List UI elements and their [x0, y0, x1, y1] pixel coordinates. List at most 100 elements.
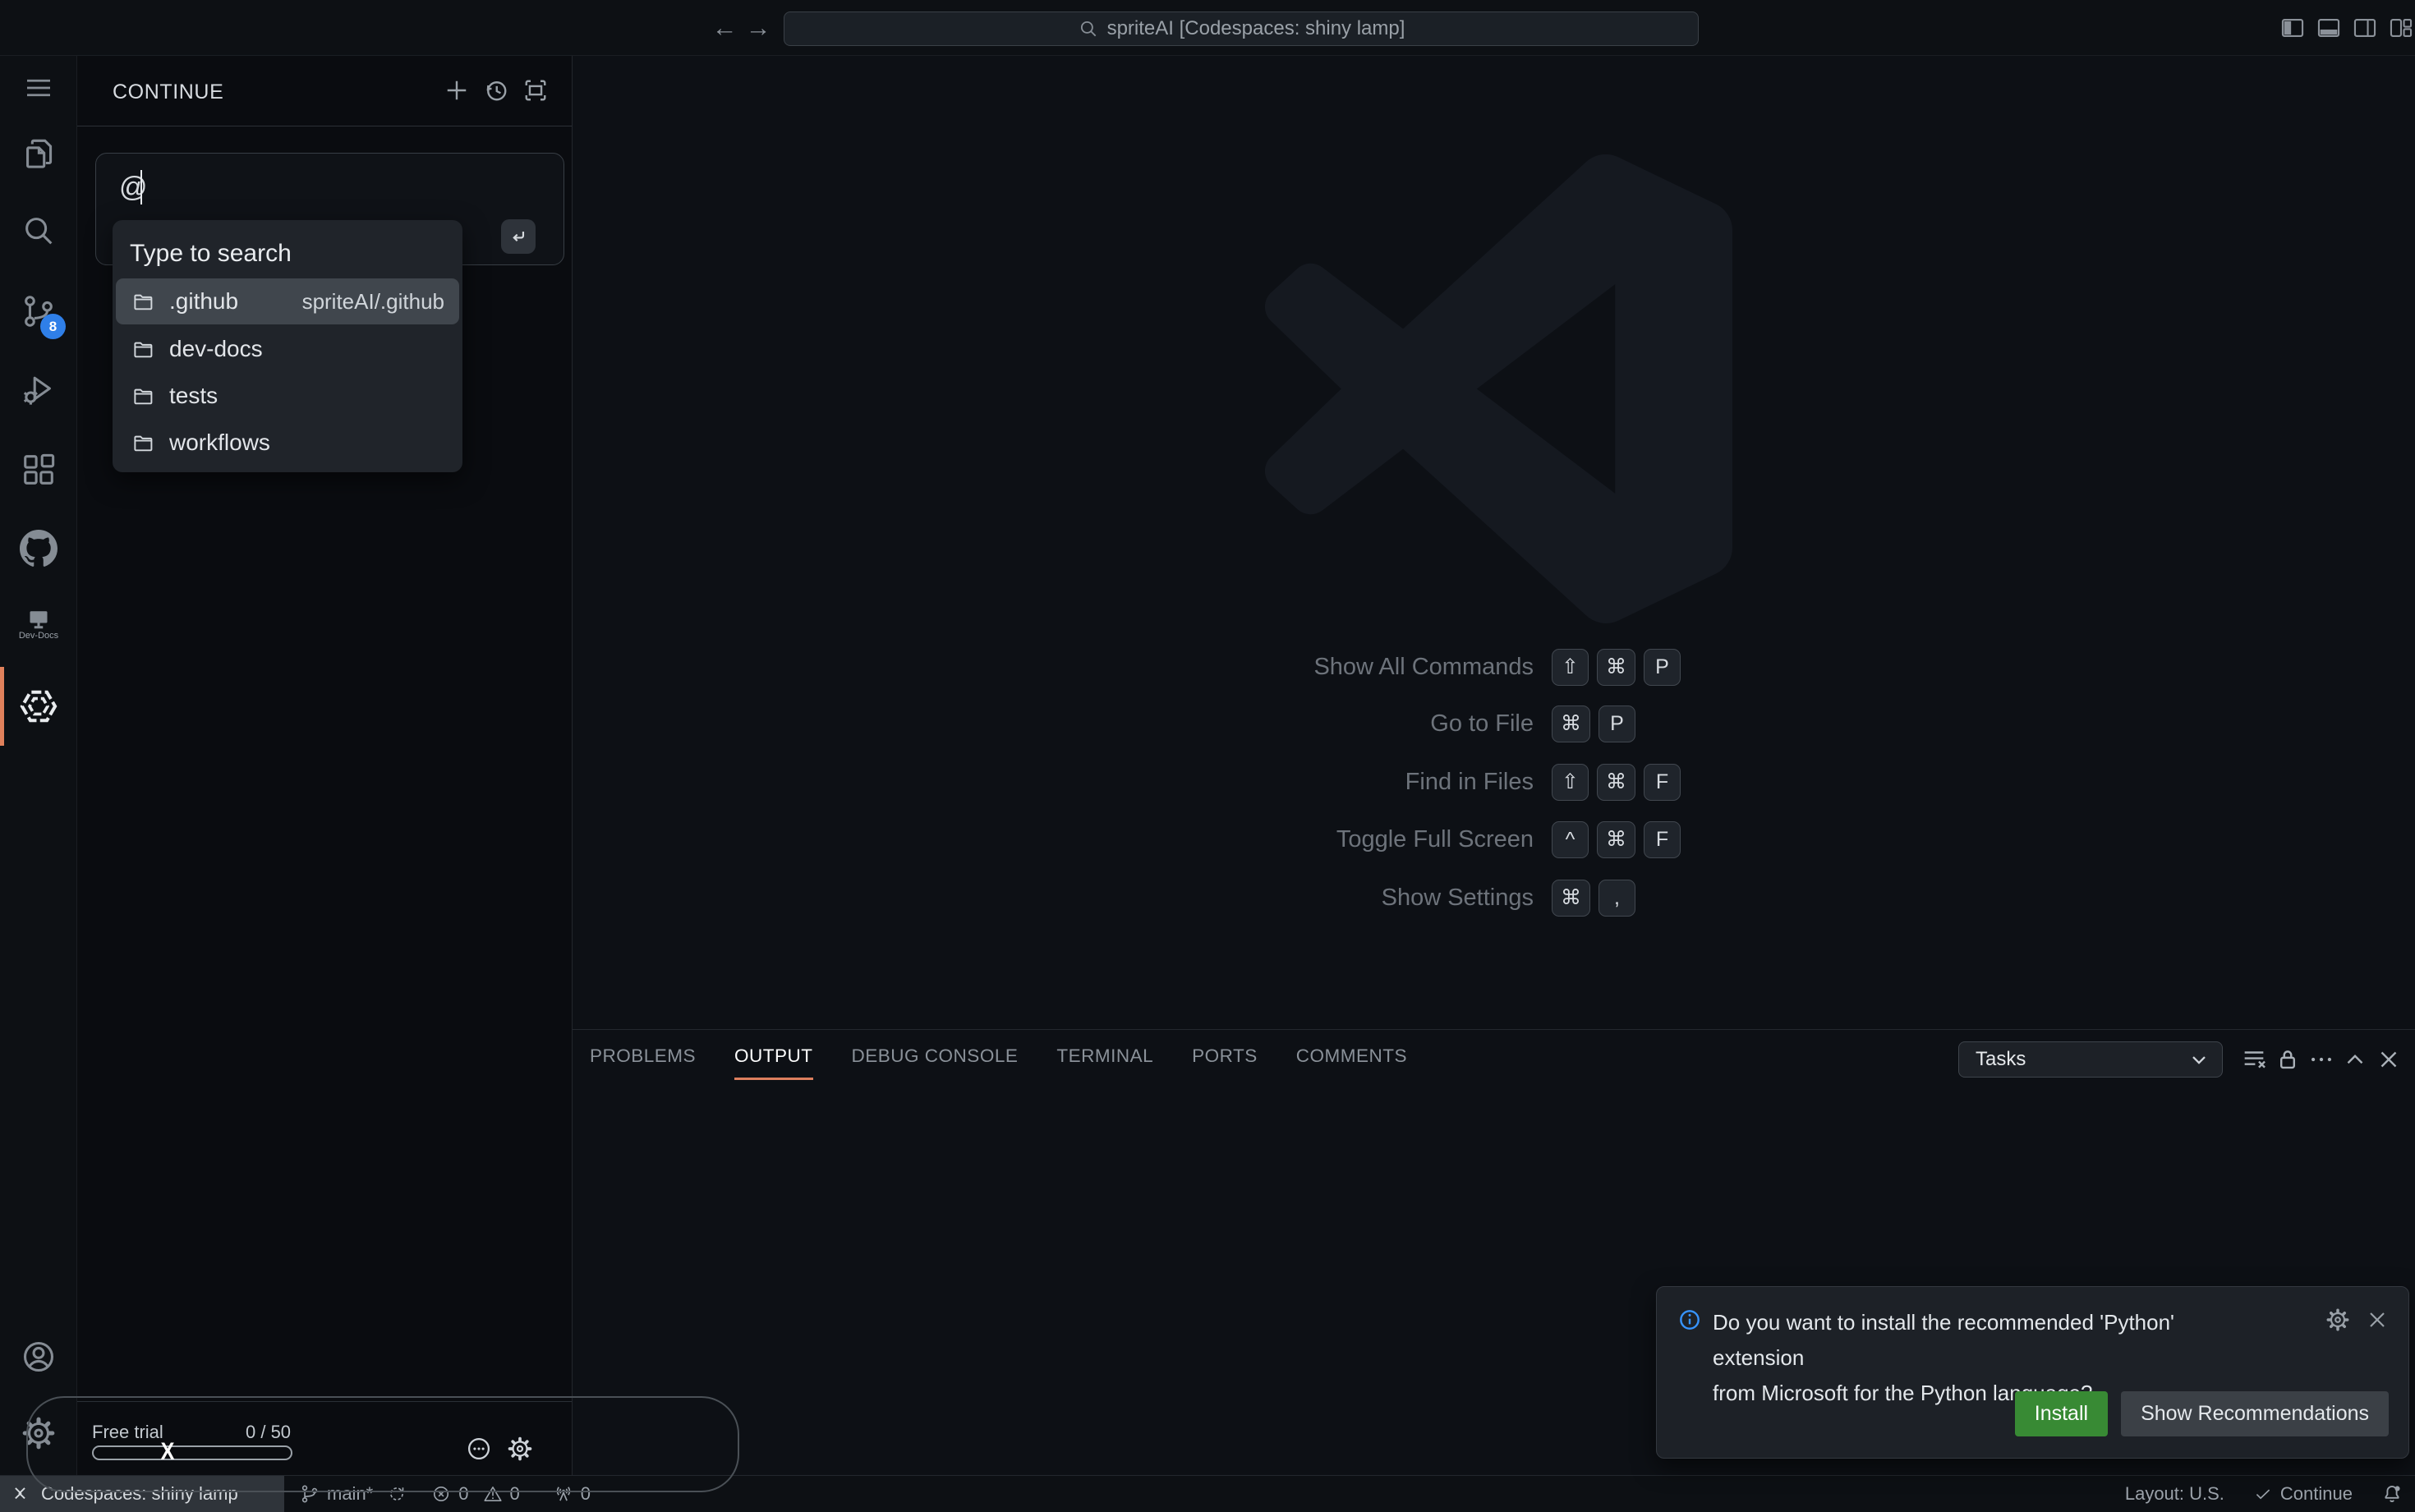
- keycap: ⌘: [1597, 649, 1635, 686]
- keycap: ⌘: [1552, 705, 1590, 742]
- tab-comments[interactable]: COMMENTS: [1296, 1032, 1407, 1080]
- dropdown-item-tests[interactable]: tests: [116, 373, 459, 419]
- keycap: ⌘: [1597, 764, 1635, 801]
- progress-marker: X: [161, 1438, 175, 1466]
- problems-errors-item[interactable]: 0: [430, 1483, 468, 1505]
- ports-item[interactable]: 0: [553, 1483, 591, 1505]
- continue-status-item[interactable]: Continue: [2252, 1483, 2353, 1505]
- dropdown-item-devdocs[interactable]: dev-docs: [116, 326, 459, 372]
- shortcut-label: Show Settings: [819, 885, 1534, 912]
- show-recommendations-button[interactable]: Show Recommendations: [2121, 1391, 2389, 1436]
- context-dropdown: Type to search .github spriteAI/.github …: [113, 220, 462, 472]
- notification-close-icon[interactable]: [2364, 1307, 2390, 1333]
- keyboard-layout-item[interactable]: Layout: U.S.: [2125, 1483, 2224, 1505]
- warning-count: 0: [510, 1483, 520, 1505]
- shortcut-label: Go to File: [819, 710, 1534, 738]
- item-label: workflows: [169, 430, 270, 456]
- branch-label: main*: [327, 1483, 373, 1505]
- shortcut-row: Find in Files ⇧ ⌘ F: [819, 761, 2010, 802]
- menu-icon[interactable]: [0, 58, 77, 117]
- github-icon[interactable]: [0, 519, 77, 578]
- toggle-secondary-sidebar-icon[interactable]: [2351, 14, 2379, 42]
- output-channel-value: Tasks: [1976, 1048, 2026, 1071]
- chat-input-value: @: [119, 172, 148, 204]
- notification-settings-icon[interactable]: [2325, 1307, 2351, 1333]
- item-label: .github: [169, 288, 238, 315]
- output-channel-select[interactable]: Tasks: [1958, 1041, 2223, 1078]
- ports-count: 0: [581, 1483, 591, 1505]
- layout-controls: [2279, 14, 2415, 42]
- forward-icon[interactable]: →: [742, 11, 775, 44]
- tab-ports[interactable]: PORTS: [1192, 1032, 1258, 1080]
- item-label: tests: [169, 383, 218, 409]
- history-icon[interactable]: [481, 76, 511, 105]
- problems-warnings-item[interactable]: 0: [482, 1483, 520, 1505]
- close-panel-icon[interactable]: [2375, 1046, 2403, 1073]
- notification-line1: Do you want to install the recommended '…: [1713, 1305, 2255, 1376]
- command-center-text: spriteAI [Codespaces: shiny lamp]: [1107, 17, 1405, 40]
- explorer-icon[interactable]: [0, 124, 77, 183]
- git-branch-icon: [299, 1483, 320, 1505]
- shortcut-row: Toggle Full Screen ^ ⌘ F: [819, 819, 2010, 860]
- usage-counter: 0 / 50: [246, 1422, 291, 1443]
- tab-output[interactable]: OUTPUT: [734, 1032, 813, 1080]
- fullscreen-icon[interactable]: [521, 76, 550, 105]
- account-icon[interactable]: [0, 1327, 77, 1386]
- error-icon: [430, 1483, 452, 1505]
- source-control-icon[interactable]: [0, 282, 77, 341]
- check-icon: [2252, 1483, 2274, 1505]
- install-button[interactable]: Install: [2015, 1391, 2108, 1436]
- keycap: ⌘: [1597, 821, 1635, 858]
- activity-bar: 8 Dev-Docs: [0, 56, 77, 1475]
- toggle-sidebar-icon[interactable]: [2279, 14, 2307, 42]
- chevron-down-icon: [2187, 1048, 2210, 1071]
- dropdown-item-github[interactable]: .github spriteAI/.github: [116, 278, 459, 324]
- usage-progress-bar: X: [92, 1445, 292, 1460]
- feedback-icon[interactable]: [465, 1435, 493, 1463]
- sidebar-header: CONTINUE: [77, 56, 572, 126]
- search-view-icon[interactable]: [0, 201, 77, 260]
- keycap: ⇧: [1552, 649, 1589, 686]
- tab-terminal[interactable]: TERMINAL: [1056, 1032, 1153, 1080]
- status-bar: Codespaces: shiny lamp main* 0 0 0: [0, 1475, 2415, 1511]
- item-detail: spriteAI/.github: [302, 289, 444, 315]
- shortcut-label: Toggle Full Screen: [819, 826, 1534, 853]
- sync-icon: [386, 1483, 407, 1505]
- clear-output-icon[interactable]: [2240, 1046, 2268, 1073]
- keycap: ,: [1598, 880, 1635, 917]
- continue-status-label: Continue: [2280, 1483, 2353, 1505]
- vscode-watermark-logo: [1263, 146, 1732, 632]
- remote-indicator[interactable]: Codespaces: shiny lamp: [0, 1476, 284, 1512]
- notification-toast: Do you want to install the recommended '…: [1656, 1286, 2409, 1459]
- sync-item[interactable]: [386, 1483, 407, 1505]
- keycap: F: [1644, 764, 1681, 801]
- toggle-panel-icon[interactable]: [2315, 14, 2343, 42]
- shortcut-row: Show All Commands ⇧ ⌘ P: [819, 646, 2010, 687]
- branch-item[interactable]: main*: [299, 1483, 373, 1505]
- enter-button[interactable]: [501, 219, 536, 254]
- command-center-search[interactable]: spriteAI [Codespaces: shiny lamp]: [784, 11, 1699, 46]
- tab-debug-console[interactable]: DEBUG CONSOLE: [852, 1032, 1019, 1080]
- continue-extension-icon[interactable]: [0, 677, 77, 736]
- continue-settings-icon[interactable]: [506, 1435, 534, 1463]
- item-label: dev-docs: [169, 336, 263, 362]
- notifications-bell-icon[interactable]: [2380, 1482, 2404, 1505]
- more-actions-icon[interactable]: [2307, 1046, 2335, 1073]
- folder-icon: [132, 338, 154, 361]
- warning-icon: [482, 1483, 504, 1505]
- panel-tabs: PROBLEMS OUTPUT DEBUG CONSOLE TERMINAL P…: [590, 1030, 1407, 1082]
- tab-problems[interactable]: PROBLEMS: [590, 1032, 696, 1080]
- error-count: 0: [458, 1483, 468, 1505]
- extensions-icon[interactable]: [0, 440, 77, 499]
- run-debug-icon[interactable]: [0, 360, 77, 419]
- free-trial-label: Free trial: [92, 1422, 163, 1443]
- keycap: ^: [1552, 821, 1589, 858]
- maximize-panel-icon[interactable]: [2341, 1046, 2369, 1073]
- keycap: ⌘: [1552, 880, 1590, 917]
- lock-scroll-icon[interactable]: [2274, 1046, 2302, 1073]
- new-session-icon[interactable]: [442, 76, 472, 105]
- back-icon[interactable]: ←: [708, 11, 741, 44]
- customize-layout-icon[interactable]: [2387, 14, 2415, 42]
- settings-gear-icon[interactable]: [0, 1404, 77, 1463]
- dropdown-item-workflows[interactable]: workflows: [116, 420, 459, 466]
